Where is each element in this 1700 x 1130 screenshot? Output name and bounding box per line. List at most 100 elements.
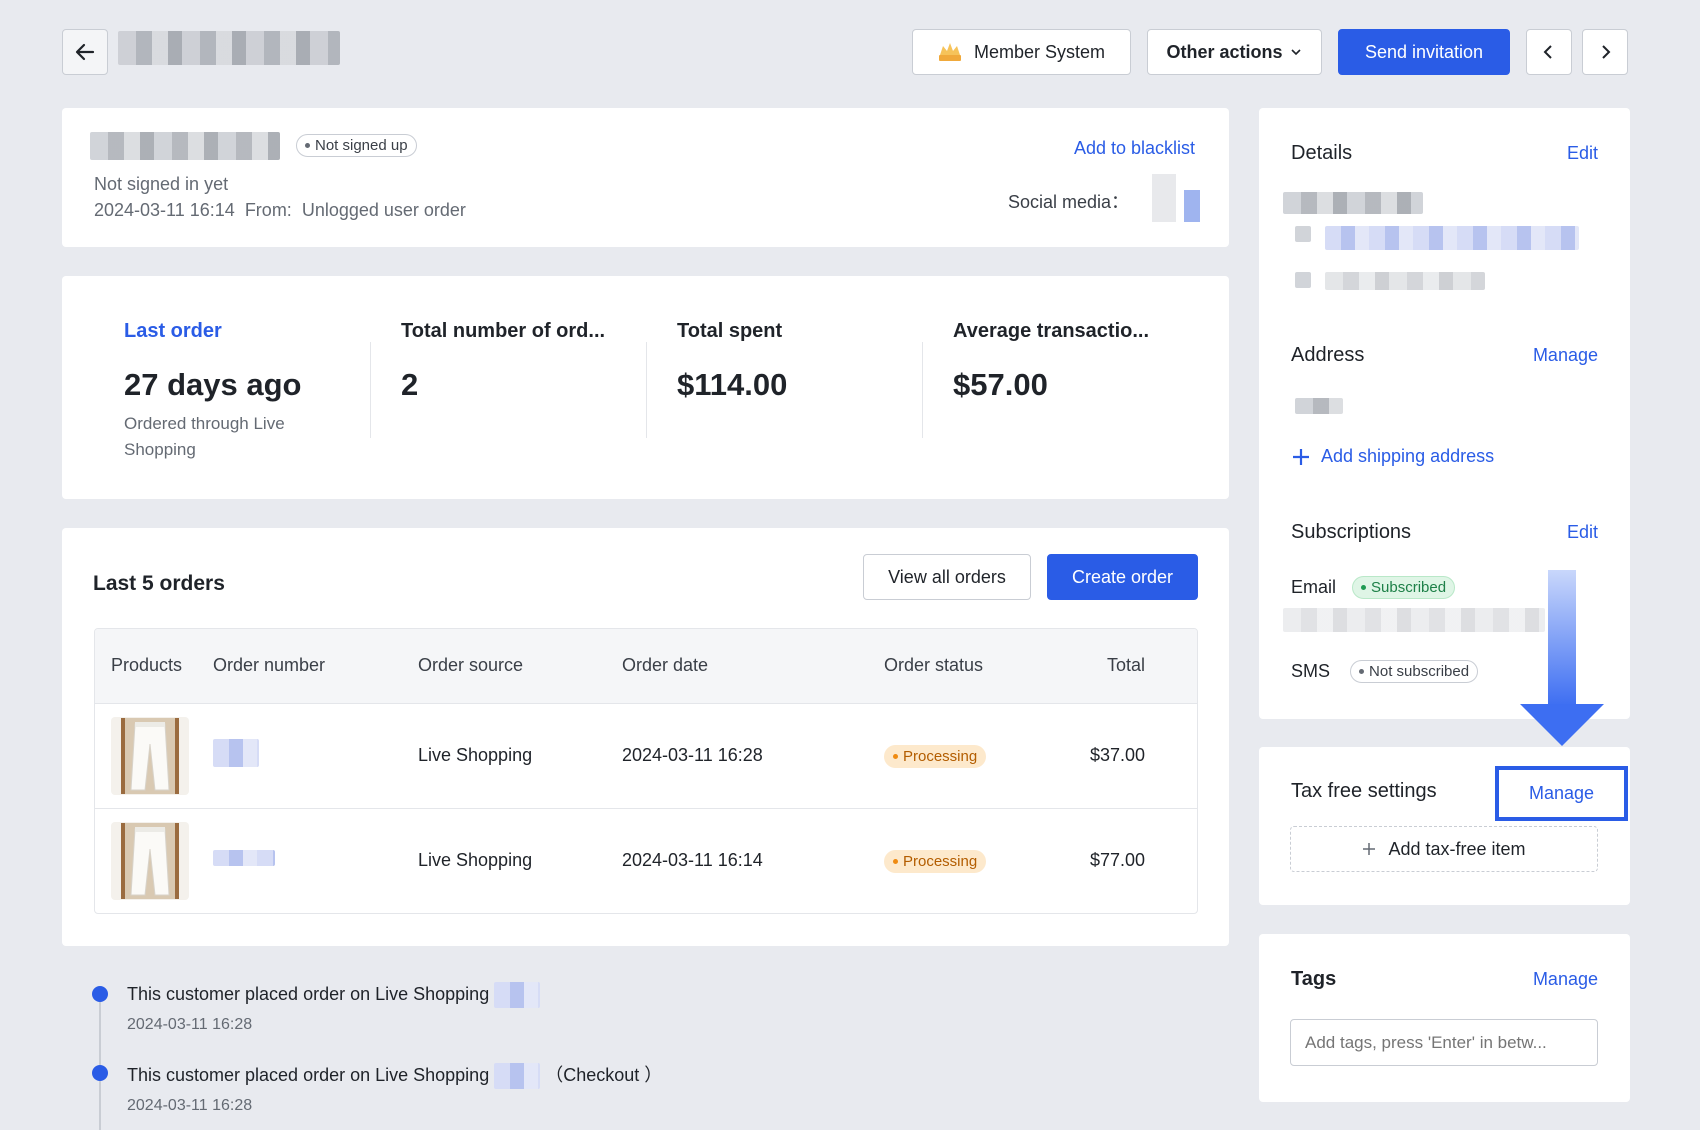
product-thumbnail[interactable] bbox=[111, 716, 189, 795]
stat-value: 2 bbox=[401, 367, 419, 402]
subscriptions-header: Subscriptions Edit bbox=[1291, 521, 1598, 544]
order-number-redacted[interactable] bbox=[213, 850, 275, 867]
view-all-orders-label: View all orders bbox=[888, 566, 1006, 587]
stat-value: $57.00 bbox=[953, 367, 1048, 402]
pants-image bbox=[121, 822, 179, 899]
order-ref-redacted[interactable] bbox=[494, 1063, 541, 1090]
order-ref-redacted[interactable] bbox=[494, 982, 541, 1008]
email-redacted[interactable] bbox=[1325, 226, 1579, 250]
order-source: Live Shopping bbox=[418, 702, 622, 808]
back-button[interactable] bbox=[62, 29, 108, 75]
timeline-dot bbox=[92, 986, 108, 1002]
customer-name-redacted bbox=[90, 132, 280, 160]
orders-table: Products Order number Order source Order… bbox=[94, 628, 1198, 914]
chevron-right-icon bbox=[1602, 45, 1611, 59]
crown-icon bbox=[938, 43, 961, 61]
stat-label: Total number of ord... bbox=[401, 320, 606, 342]
plus-icon bbox=[1363, 843, 1376, 855]
social-media-icon[interactable] bbox=[1152, 174, 1200, 222]
from-label: From: bbox=[244, 200, 292, 220]
column-order-date: Order date bbox=[622, 629, 884, 703]
column-products: Products bbox=[95, 629, 213, 703]
member-system-label: Member System bbox=[973, 41, 1106, 62]
timeline-event: This customer placed order on Live Shopp… bbox=[127, 1061, 662, 1115]
tax-free-title: Tax free settings bbox=[1291, 780, 1437, 802]
address-redacted bbox=[1295, 398, 1343, 414]
email-subscription-badge: Subscribed bbox=[1352, 576, 1456, 599]
orders-card: Last 5 orders View all orders Create ord… bbox=[62, 528, 1229, 946]
order-total: $37.00 bbox=[1074, 702, 1197, 808]
chevron-left-icon bbox=[1543, 45, 1552, 59]
create-order-button[interactable]: Create order bbox=[1047, 554, 1198, 600]
tax-free-manage-highlight: Manage bbox=[1495, 766, 1628, 821]
order-date: 2024-03-11 16:28 bbox=[622, 702, 884, 808]
timeline-time: 2024-03-11 16:28 bbox=[127, 1097, 253, 1115]
stat-total-spent: Total spent $114.00 bbox=[677, 320, 787, 403]
tags-input[interactable] bbox=[1290, 1019, 1598, 1066]
details-header: Details Edit bbox=[1291, 142, 1598, 165]
sms-label: SMS bbox=[1291, 661, 1331, 681]
table-row[interactable]: Live Shopping 2024-03-11 16:14 Processin… bbox=[95, 807, 1197, 913]
order-number-redacted[interactable] bbox=[213, 739, 259, 767]
tags-manage-link[interactable]: Manage bbox=[1533, 969, 1598, 990]
other-actions-label: Other actions bbox=[1166, 41, 1283, 62]
plus-icon bbox=[1293, 448, 1309, 465]
details-title: Details bbox=[1291, 142, 1353, 164]
timeline-dot bbox=[92, 1065, 108, 1081]
address-title: Address bbox=[1291, 344, 1365, 366]
timeline-suffix: （Checkout ） bbox=[545, 1065, 663, 1085]
add-shipping-address-link[interactable]: Add shipping address bbox=[1291, 446, 1494, 467]
add-to-blacklist-link[interactable]: Add to blacklist bbox=[1074, 138, 1195, 159]
timeline-text: This customer placed order on Live Shopp… bbox=[127, 1065, 490, 1085]
tags-header: Tags Manage bbox=[1291, 968, 1598, 991]
chevron-down-icon bbox=[1290, 49, 1301, 56]
send-invitation-button[interactable]: Send invitation bbox=[1338, 29, 1510, 75]
stat-subtext: Ordered through Live Shopping bbox=[124, 414, 285, 459]
view-all-orders-button[interactable]: View all orders bbox=[863, 554, 1031, 600]
product-thumbnail[interactable] bbox=[111, 821, 189, 900]
subscriptions-title: Subscriptions bbox=[1291, 521, 1412, 543]
arrow-down-icon bbox=[1520, 570, 1604, 746]
from-value: Unlogged user order bbox=[301, 200, 466, 220]
top-bar: Member System Other actions Send invitat… bbox=[62, 29, 1628, 75]
profile-card: Not signed up Not signed in yet 2024-03-… bbox=[62, 108, 1229, 247]
column-order-number: Order number bbox=[213, 629, 418, 703]
stat-label[interactable]: Last order bbox=[124, 320, 334, 343]
details-edit-link[interactable]: Edit bbox=[1567, 143, 1598, 164]
tax-free-manage-link[interactable]: Manage bbox=[1529, 783, 1594, 804]
created-at: 2024-03-11 16:14 bbox=[94, 200, 235, 220]
customer-name-redacted bbox=[118, 31, 340, 65]
table-header-row: Products Order number Order source Order… bbox=[95, 629, 1197, 703]
member-system-button[interactable]: Member System bbox=[912, 29, 1131, 75]
stats-card: Last order 27 days ago Ordered through L… bbox=[62, 276, 1229, 499]
stat-label: Total spent bbox=[677, 320, 783, 342]
email-icon bbox=[1295, 226, 1311, 242]
order-date: 2024-03-11 16:14 bbox=[622, 807, 884, 913]
other-actions-dropdown[interactable]: Other actions bbox=[1147, 29, 1322, 75]
created-info: 2024-03-11 16:14 From: Unlogged user ord… bbox=[94, 200, 466, 221]
next-customer-button[interactable] bbox=[1582, 29, 1628, 75]
column-order-source: Order source bbox=[418, 629, 622, 703]
add-tax-free-item-button[interactable]: Add tax-free item bbox=[1290, 826, 1598, 872]
stat-last-order: Last order 27 days ago Ordered through L… bbox=[124, 320, 334, 463]
stat-value: $114.00 bbox=[677, 367, 788, 402]
tags-title: Tags bbox=[1291, 968, 1337, 990]
signup-status-badge: Not signed up bbox=[296, 134, 417, 157]
sms-subscription-row: SMS Not subscribed bbox=[1291, 660, 1479, 683]
address-manage-link[interactable]: Manage bbox=[1533, 345, 1598, 366]
arrow-left-icon bbox=[75, 43, 95, 61]
stat-value: 27 days ago bbox=[124, 367, 302, 402]
create-order-label: Create order bbox=[1071, 566, 1174, 587]
phone-icon bbox=[1295, 272, 1311, 288]
table-row[interactable]: Live Shopping 2024-03-11 16:28 Processin… bbox=[95, 702, 1197, 808]
stat-label: Average transactio... bbox=[953, 320, 1150, 342]
previous-customer-button[interactable] bbox=[1526, 29, 1572, 75]
timeline-text: This customer placed order on Live Shopp… bbox=[127, 983, 490, 1004]
contact-name-redacted bbox=[1283, 192, 1423, 214]
divider bbox=[922, 342, 923, 438]
phone-redacted bbox=[1325, 272, 1485, 290]
send-invitation-label: Send invitation bbox=[1364, 41, 1484, 62]
tags-card: Tags Manage bbox=[1259, 934, 1630, 1102]
subscriptions-edit-link[interactable]: Edit bbox=[1567, 522, 1598, 543]
order-total: $77.00 bbox=[1074, 807, 1197, 913]
